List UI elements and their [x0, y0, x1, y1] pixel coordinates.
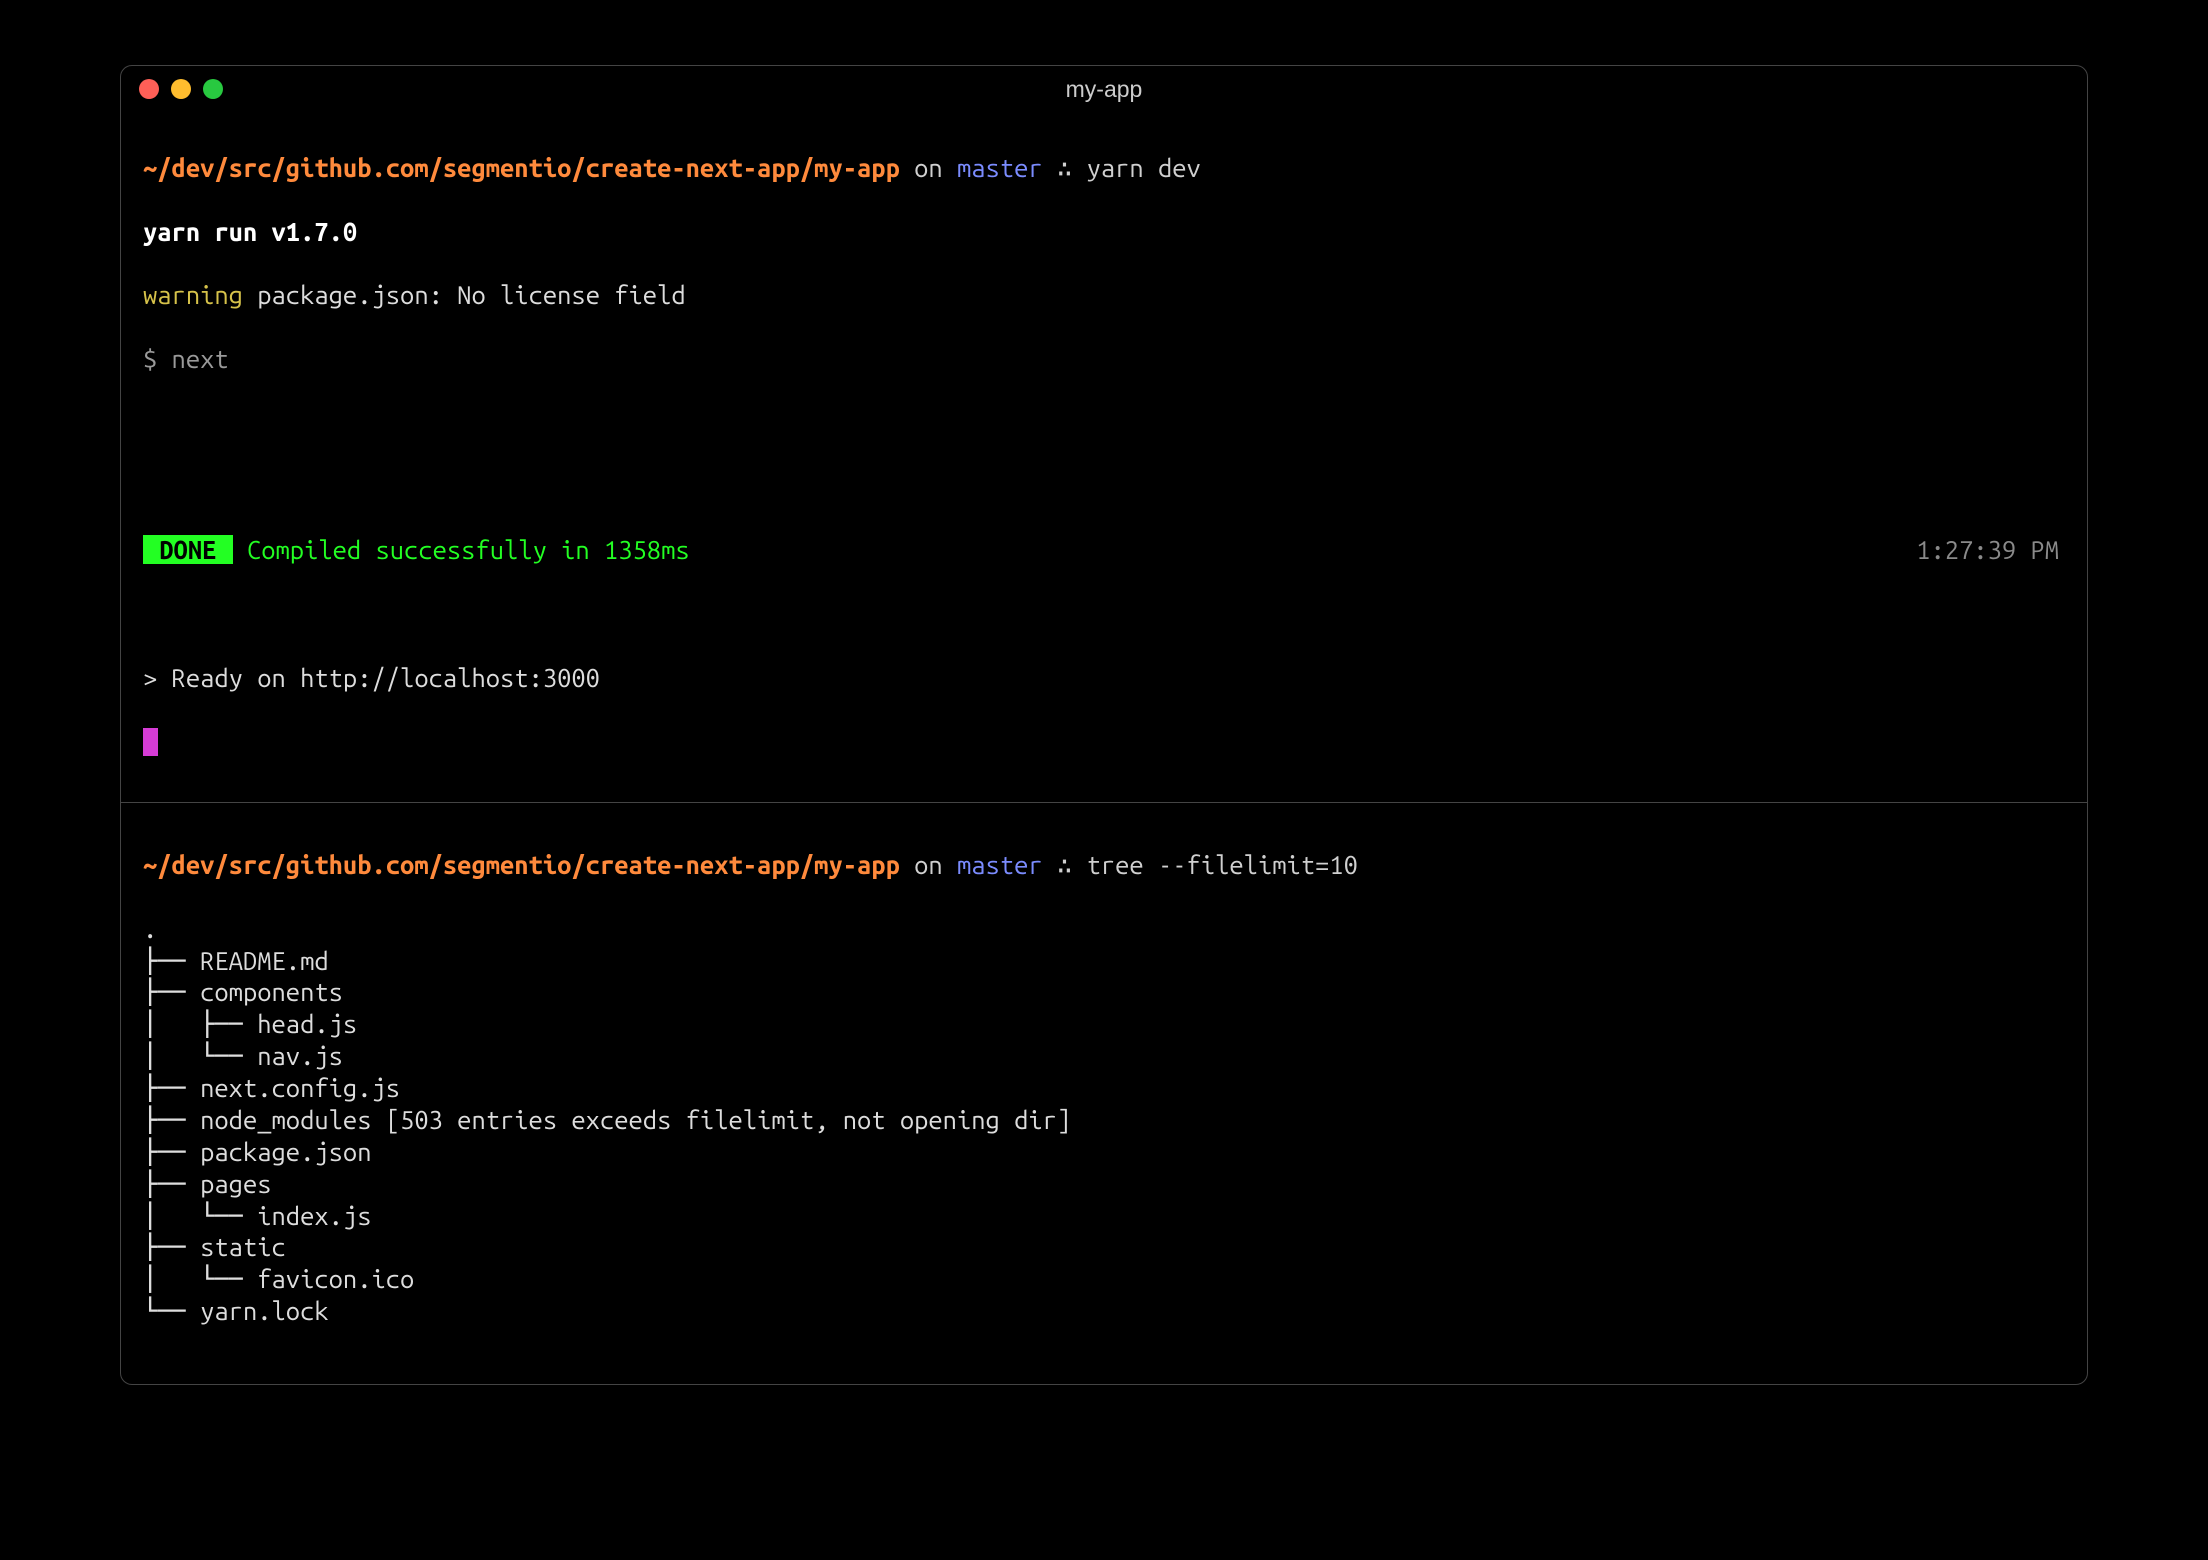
- blank-line: [143, 1359, 2065, 1385]
- prompt-command: yarn dev: [1087, 153, 1201, 182]
- cursor-line: [143, 726, 2065, 758]
- terminal-pane-bottom[interactable]: ~/dev/src/github.com/segmentio/create-ne…: [121, 802, 2087, 1385]
- terminal-window: my-app ~/dev/src/github.com/segmentio/cr…: [120, 65, 2088, 1385]
- prompt-sep: ∴: [1043, 153, 1087, 182]
- blank-line: [143, 407, 2065, 439]
- titlebar: my-app: [121, 66, 2087, 112]
- timestamp: 1:27:39 PM: [1916, 534, 2065, 566]
- prompt-branch: master: [957, 153, 1043, 182]
- done-badge: DONE: [143, 535, 233, 564]
- prompt-line: ~/dev/src/github.com/segmentio/create-ne…: [143, 152, 2065, 184]
- prompt-on: on: [900, 850, 957, 879]
- prompt-tilde: ~: [143, 850, 157, 879]
- warning-line: warning package.json: No license field: [143, 279, 2065, 311]
- prompt-path: /dev/src/github.com/segmentio/create-nex…: [157, 153, 900, 182]
- prompt-tilde: ~: [143, 153, 157, 182]
- blank-line: [143, 598, 2065, 630]
- warning-label: warning: [143, 280, 243, 309]
- zoom-icon[interactable]: [203, 79, 223, 99]
- blank-line: [143, 471, 2065, 503]
- terminal-pane-top[interactable]: ~/dev/src/github.com/segmentio/create-ne…: [121, 112, 2087, 802]
- prompt-on: on: [900, 153, 957, 182]
- prompt-sep: ∴: [1043, 850, 1087, 879]
- prompt-line: ~/dev/src/github.com/segmentio/create-ne…: [143, 849, 2065, 881]
- warning-message: package.json: No license field: [243, 280, 686, 309]
- yarn-run-line: yarn run v1.7.0: [143, 216, 2065, 248]
- prompt-branch: master: [957, 850, 1043, 879]
- status-line: DONE Compiled successfully in 1358ms 1:27…: [143, 534, 2065, 566]
- prompt-path: /dev/src/github.com/segmentio/create-nex…: [157, 850, 900, 879]
- minimize-icon[interactable]: [171, 79, 191, 99]
- next-cmd-line: $ next: [143, 343, 2065, 375]
- cursor-icon: [143, 728, 158, 756]
- ready-line: > Ready on http://localhost:3000: [143, 662, 2065, 694]
- compiled-message: Compiled successfully in 1358ms: [233, 535, 690, 564]
- window-title: my-app: [121, 75, 2087, 104]
- window-controls: [139, 79, 223, 99]
- tree-output: . ├── README.md ├── components │ ├── hea…: [143, 913, 2065, 1327]
- prompt-command: tree --filelimit=10: [1087, 850, 1358, 879]
- close-icon[interactable]: [139, 79, 159, 99]
